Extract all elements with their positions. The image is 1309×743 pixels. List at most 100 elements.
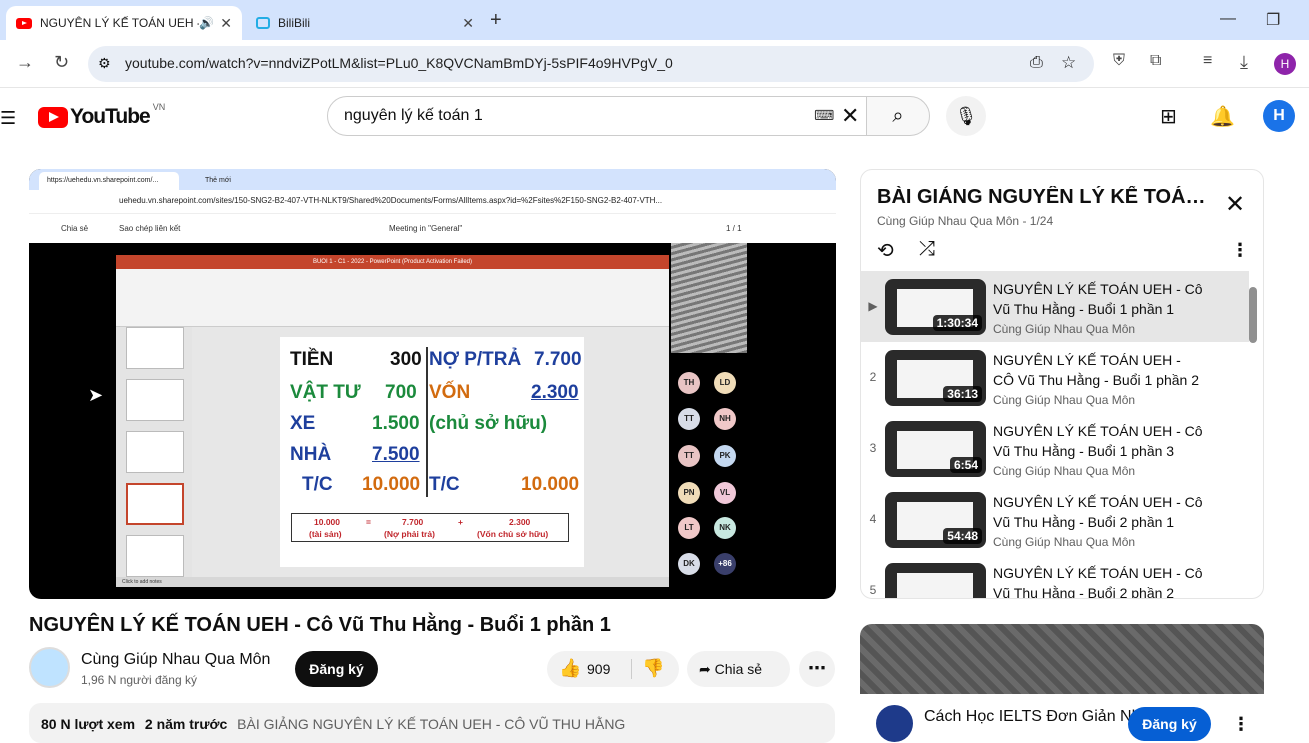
video-duration: 36:13 [943,386,982,402]
ad-banner-image[interactable] [860,624,1264,694]
url-text: youtube.com/watch?v=nndviZPotLM&list=PLu… [125,55,673,71]
playlist-index: 2 [869,370,877,384]
bookmark-star-icon[interactable]: ☆ [1061,53,1076,73]
shield-extension-icon[interactable]: ⛨ [1113,52,1125,70]
ad-title[interactable]: Cách Học IELTS Đơn Giản Nhất [924,708,1154,726]
powerpoint-window: BUOI 1 - C1 - 2022 - PowerPoint (Product… [116,255,669,587]
playlist-item-title: NGUYÊN LÝ KẾ TOÁN UEH - Cô Vũ Thu Hằng -… [993,281,1203,317]
playlist-scrollbar[interactable] [1249,287,1257,343]
upload-age: 2 năm trước [144,716,228,732]
divider [631,659,632,679]
speaker-icon[interactable]: 🔊 [199,16,214,30]
youtube-play-icon [38,106,68,128]
ad-logo[interactable] [876,705,913,742]
clear-search-icon[interactable]: ✕ [841,103,859,129]
country-code: VN [152,102,166,112]
create-video-icon[interactable]: ⊞ [1160,104,1177,129]
ppt-ribbon-tools [116,269,669,327]
video-thumbnail[interactable]: 54:48 [885,492,986,548]
reload-icon[interactable]: ↻ [54,52,69,73]
download-icon[interactable]: ⤓ [1240,52,1248,73]
playlist-item-title: NGUYÊN LÝ KẾ TOÁN UEH - Cô Vũ Thu Hằng -… [993,494,1203,530]
equation-part: (Nợ phải trả) [384,529,435,539]
share-button[interactable]: ➦ Chia sẻ [687,651,790,687]
playlist-tag[interactable]: BÀI GIẢNG NGUYÊN LÝ KẾ TOÁN UEH - CÔ VŨ … [237,716,625,732]
youtube-logo[interactable]: YouTube VN [38,102,166,129]
channel-avatar[interactable] [29,647,70,688]
like-icon[interactable]: 👍 [559,658,581,679]
install-app-icon[interactable]: ⎙ [1030,54,1043,72]
forward-icon[interactable]: → [16,52,34,73]
shuffle-icon[interactable]: ⤮ [919,238,935,261]
slide-cell: 7.700 [534,349,582,370]
video-thumbnail[interactable]: 6:54 [885,421,986,477]
playlist-subtitle: Cùng Giúp Nhau Qua Môn - 1/24 [877,214,1054,228]
keyboard-icon[interactable]: ⌨ [814,107,834,124]
playlist-panel: BÀI GIẢNG NGUYÊN LÝ KẾ TOÁN UEH - CÔ VŨ … [860,169,1264,599]
close-tab-icon[interactable]: ✕ [220,15,232,32]
playlist-title[interactable]: BÀI GIẢNG NGUYÊN LÝ KẾ TOÁN UEH - CÔ VŨ … [877,186,1217,209]
ad-menu-icon[interactable]: ⋮ [1232,714,1250,735]
slide-cell: 300 [390,349,422,370]
menu-icon[interactable]: ☰ [0,108,16,129]
equation-part: 10.000 [314,517,340,527]
close-tab-icon[interactable]: ✕ [462,15,474,32]
channel-name[interactable]: Cùng Giúp Nhau Qua Môn [81,651,270,669]
participant-avatar: TT [678,445,700,467]
browser-tab-strip: NGUYÊN LÝ KẾ TOÁN UEH - 🔊 ✕ BiliBili ✕ +… [0,0,1309,40]
playlist-item[interactable]: ▶ 1:30:34 NGUYÊN LÝ KẾ TOÁN UEH - Cô Vũ … [861,271,1249,342]
browser-tab-youtube[interactable]: NGUYÊN LÝ KẾ TOÁN UEH - 🔊 ✕ [6,6,242,40]
loop-icon[interactable]: ⟲ [877,238,894,263]
participant-avatar: TH [678,372,700,394]
playlist-item[interactable]: 2 36:13 NGUYÊN LÝ KẾ TOÁN UEH - CÔ Vũ Th… [861,342,1249,413]
playlist-item-channel: Cùng Giúp Nhau Qua Môn [993,393,1136,407]
playlist-item-title: NGUYÊN LÝ KẾ TOÁN UEH - Cô Vũ Thu Hằng -… [993,423,1203,459]
slide-cell: 700 [385,382,417,403]
participant-avatar: +86 [714,553,736,575]
subscribe-button[interactable]: Đăng ký [295,651,378,687]
profile-avatar[interactable]: H [1274,53,1296,75]
playlist-index: 3 [869,441,877,455]
youtube-favicon-icon [16,17,32,29]
minimize-icon[interactable]: — [1220,10,1236,28]
playlist-index: 5 [869,583,877,597]
equation-part: 2.300 [509,517,531,527]
close-playlist-icon[interactable]: ✕ [1225,190,1245,219]
playlist-menu-icon[interactable]: ⋮ [1231,240,1249,261]
playlist-item[interactable]: 5 NGUYÊN LÝ KẾ TOÁN UEH - Cô Vũ Thu Hằng… [861,555,1249,598]
notifications-bell-icon[interactable]: 🔔 [1210,104,1235,129]
video-thumbnail[interactable] [885,563,986,598]
account-avatar[interactable]: H [1263,100,1295,132]
slide-cell: VẬT TƯ [290,382,361,403]
playlist-item[interactable]: 4 54:48 NGUYÊN LÝ KẾ TOÁN UEH - Cô Vũ Th… [861,484,1249,555]
browser-tab-bilibili[interactable]: BiliBili ✕ [246,6,484,40]
like-dislike-group: 👍 909 👎 [547,651,679,687]
video-thumbnail[interactable]: 1:30:34 [885,279,986,335]
participant-avatar: PK [714,445,736,467]
like-count[interactable]: 909 [587,661,610,677]
tab-title: BiliBili [278,16,311,30]
slide-cell: T/C [429,474,460,495]
site-info-icon[interactable]: ⚙ [98,55,111,72]
new-tab-button[interactable]: + [490,9,502,32]
playlist-channel[interactable]: Cùng Giúp Nhau Qua Môn [877,214,1019,228]
search-button[interactable]: ⌕ [866,96,930,136]
view-count: 80 N lượt xem [41,716,136,732]
playlist-item-channel: Cùng Giúp Nhau Qua Môn [993,322,1136,336]
media-control-icon[interactable]: ≡ [1203,52,1212,70]
restore-icon[interactable]: ❐ [1266,10,1280,30]
address-bar[interactable]: ⚙ youtube.com/watch?v=nndviZPotLM&list=P… [88,46,1094,82]
search-input[interactable]: nguyên lý kế toán 1 ⌨ ✕ [327,96,867,136]
participant-avatar: VL [714,482,736,504]
description-box[interactable]: 80 N lượt xem 2 năm trước BÀI GIẢNG NGUY… [29,703,835,743]
extensions-icon[interactable]: ⧉ [1150,52,1161,70]
browser-toolbar: → ↻ ⚙ youtube.com/watch?v=nndviZPotLM&li… [0,40,1309,88]
more-actions-button[interactable]: ⋯ [799,651,835,687]
video-player[interactable]: https://uehedu.vn.sharepoint.com/... Thẻ… [29,169,836,599]
playlist-item[interactable]: 3 6:54 NGUYÊN LÝ KẾ TOÁN UEH - Cô Vũ Thu… [861,413,1249,484]
video-thumbnail[interactable]: 36:13 [885,350,986,406]
dislike-icon[interactable]: 👎 [642,658,664,679]
voice-search-button[interactable]: 🎙 [946,96,986,136]
video-duration: 1:30:34 [932,315,982,331]
shared-browser-tabs: https://uehedu.vn.sharepoint.com/... Thẻ… [29,169,836,190]
